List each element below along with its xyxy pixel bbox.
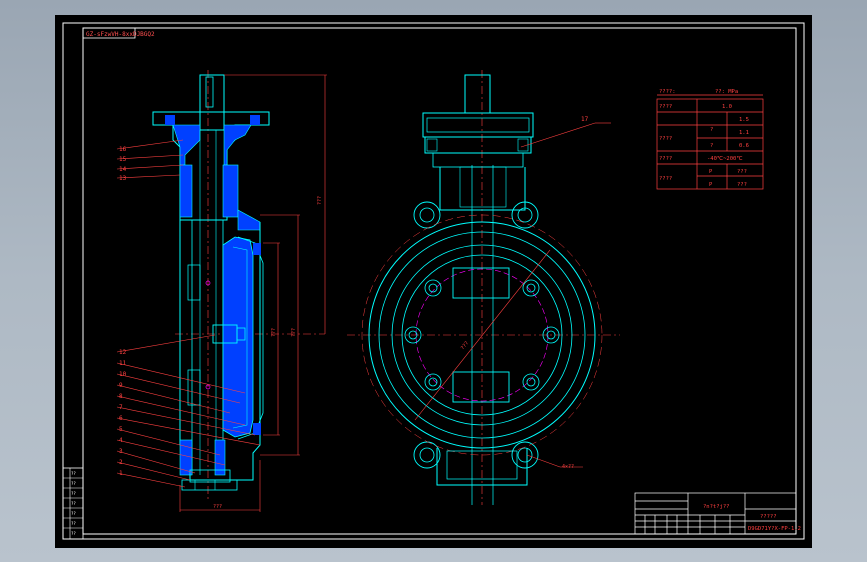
part-14: 14 <box>119 166 127 173</box>
part-15: 15 <box>119 156 127 163</box>
spec-row-sub: P <box>709 182 713 188</box>
svg-text:??: ?? <box>71 471 76 476</box>
part-4: 4 <box>119 437 123 444</box>
svg-text:??: ?? <box>71 501 76 506</box>
spec-row-label: ???? <box>659 156 672 162</box>
cad-drawing: GZ-sFzwVH-8xxDJBGQ2 ?? ?? ?? ?? ?? ?? ?? <box>62 22 805 540</box>
spec-row-value: 1.1 <box>739 130 749 136</box>
svg-text:??: ?? <box>71 491 76 496</box>
outer-frame <box>62 22 805 540</box>
spec-row-value: 0.6 <box>739 143 749 149</box>
part-9: 9 <box>119 382 123 389</box>
part-12: 12 <box>119 349 127 356</box>
part-10: 10 <box>119 371 127 378</box>
part-16: 16 <box>119 146 127 153</box>
part-1: 1 <box>119 470 123 477</box>
section-view: ??? ??? ??? ??? 16 15 14 13 12 11 10 9 8… <box>116 70 327 512</box>
title-drawing-no: D9GD71Y?X-FP-1.2 <box>748 526 801 532</box>
spec-row-value: -40℃~200℃ <box>707 156 743 162</box>
spec-row-label: ???? <box>659 176 672 182</box>
part-6: 6 <box>119 415 123 422</box>
spec-row-value: 1.5 <box>739 117 749 123</box>
dim-inner: ??? <box>291 328 297 337</box>
title-company: ?n?t?j?? <box>703 504 730 510</box>
svg-text:??: ?? <box>71 531 76 536</box>
dim-bottom: ??? <box>213 504 222 510</box>
spec-header-left: ????: <box>659 89 676 95</box>
dim-inner2: ??? <box>271 328 277 337</box>
part-3: 3 <box>119 448 123 455</box>
side-strip: ?? ?? ?? ?? ?? ?? ?? <box>62 467 84 540</box>
svg-text:??: ?? <box>71 511 76 516</box>
front-view: ??? 17 4×?? <box>347 70 620 505</box>
corner-code: GZ-sFzwVH-8xxDJBGQ2 <box>86 31 155 38</box>
spec-row-value: ??? <box>737 169 747 175</box>
spec-row-label: ???? <box>659 136 672 142</box>
svg-text:??: ?? <box>71 481 76 486</box>
svg-text:??: ?? <box>71 521 76 526</box>
part-13: 13 <box>119 175 127 182</box>
dim-diagonal: ??? <box>460 340 470 351</box>
dim-vertical-long: ??? <box>317 196 323 205</box>
spec-header-right: ??: MPa <box>715 89 738 95</box>
spec-row-sub: ? <box>710 143 713 149</box>
spec-row-sub: P <box>709 169 713 175</box>
title-product: ????? <box>760 514 777 520</box>
part-5: 5 <box>119 426 123 433</box>
spec-row-value: ??? <box>737 182 747 188</box>
spec-row-value: 1.0 <box>722 104 732 110</box>
drawing-sheet: GZ-sFzwVH-8xxDJBGQ2 ?? ?? ?? ?? ?? ?? ?? <box>55 15 812 548</box>
part-2: 2 <box>119 459 123 466</box>
part-8: 8 <box>119 393 123 400</box>
part-7: 7 <box>119 404 123 411</box>
spec-row-label: ???? <box>659 104 672 110</box>
part-11: 11 <box>119 360 127 367</box>
callout-17: 17 <box>581 116 589 123</box>
dim-hole: 4×?? <box>562 464 574 470</box>
spec-row-sub: ? <box>710 127 713 133</box>
